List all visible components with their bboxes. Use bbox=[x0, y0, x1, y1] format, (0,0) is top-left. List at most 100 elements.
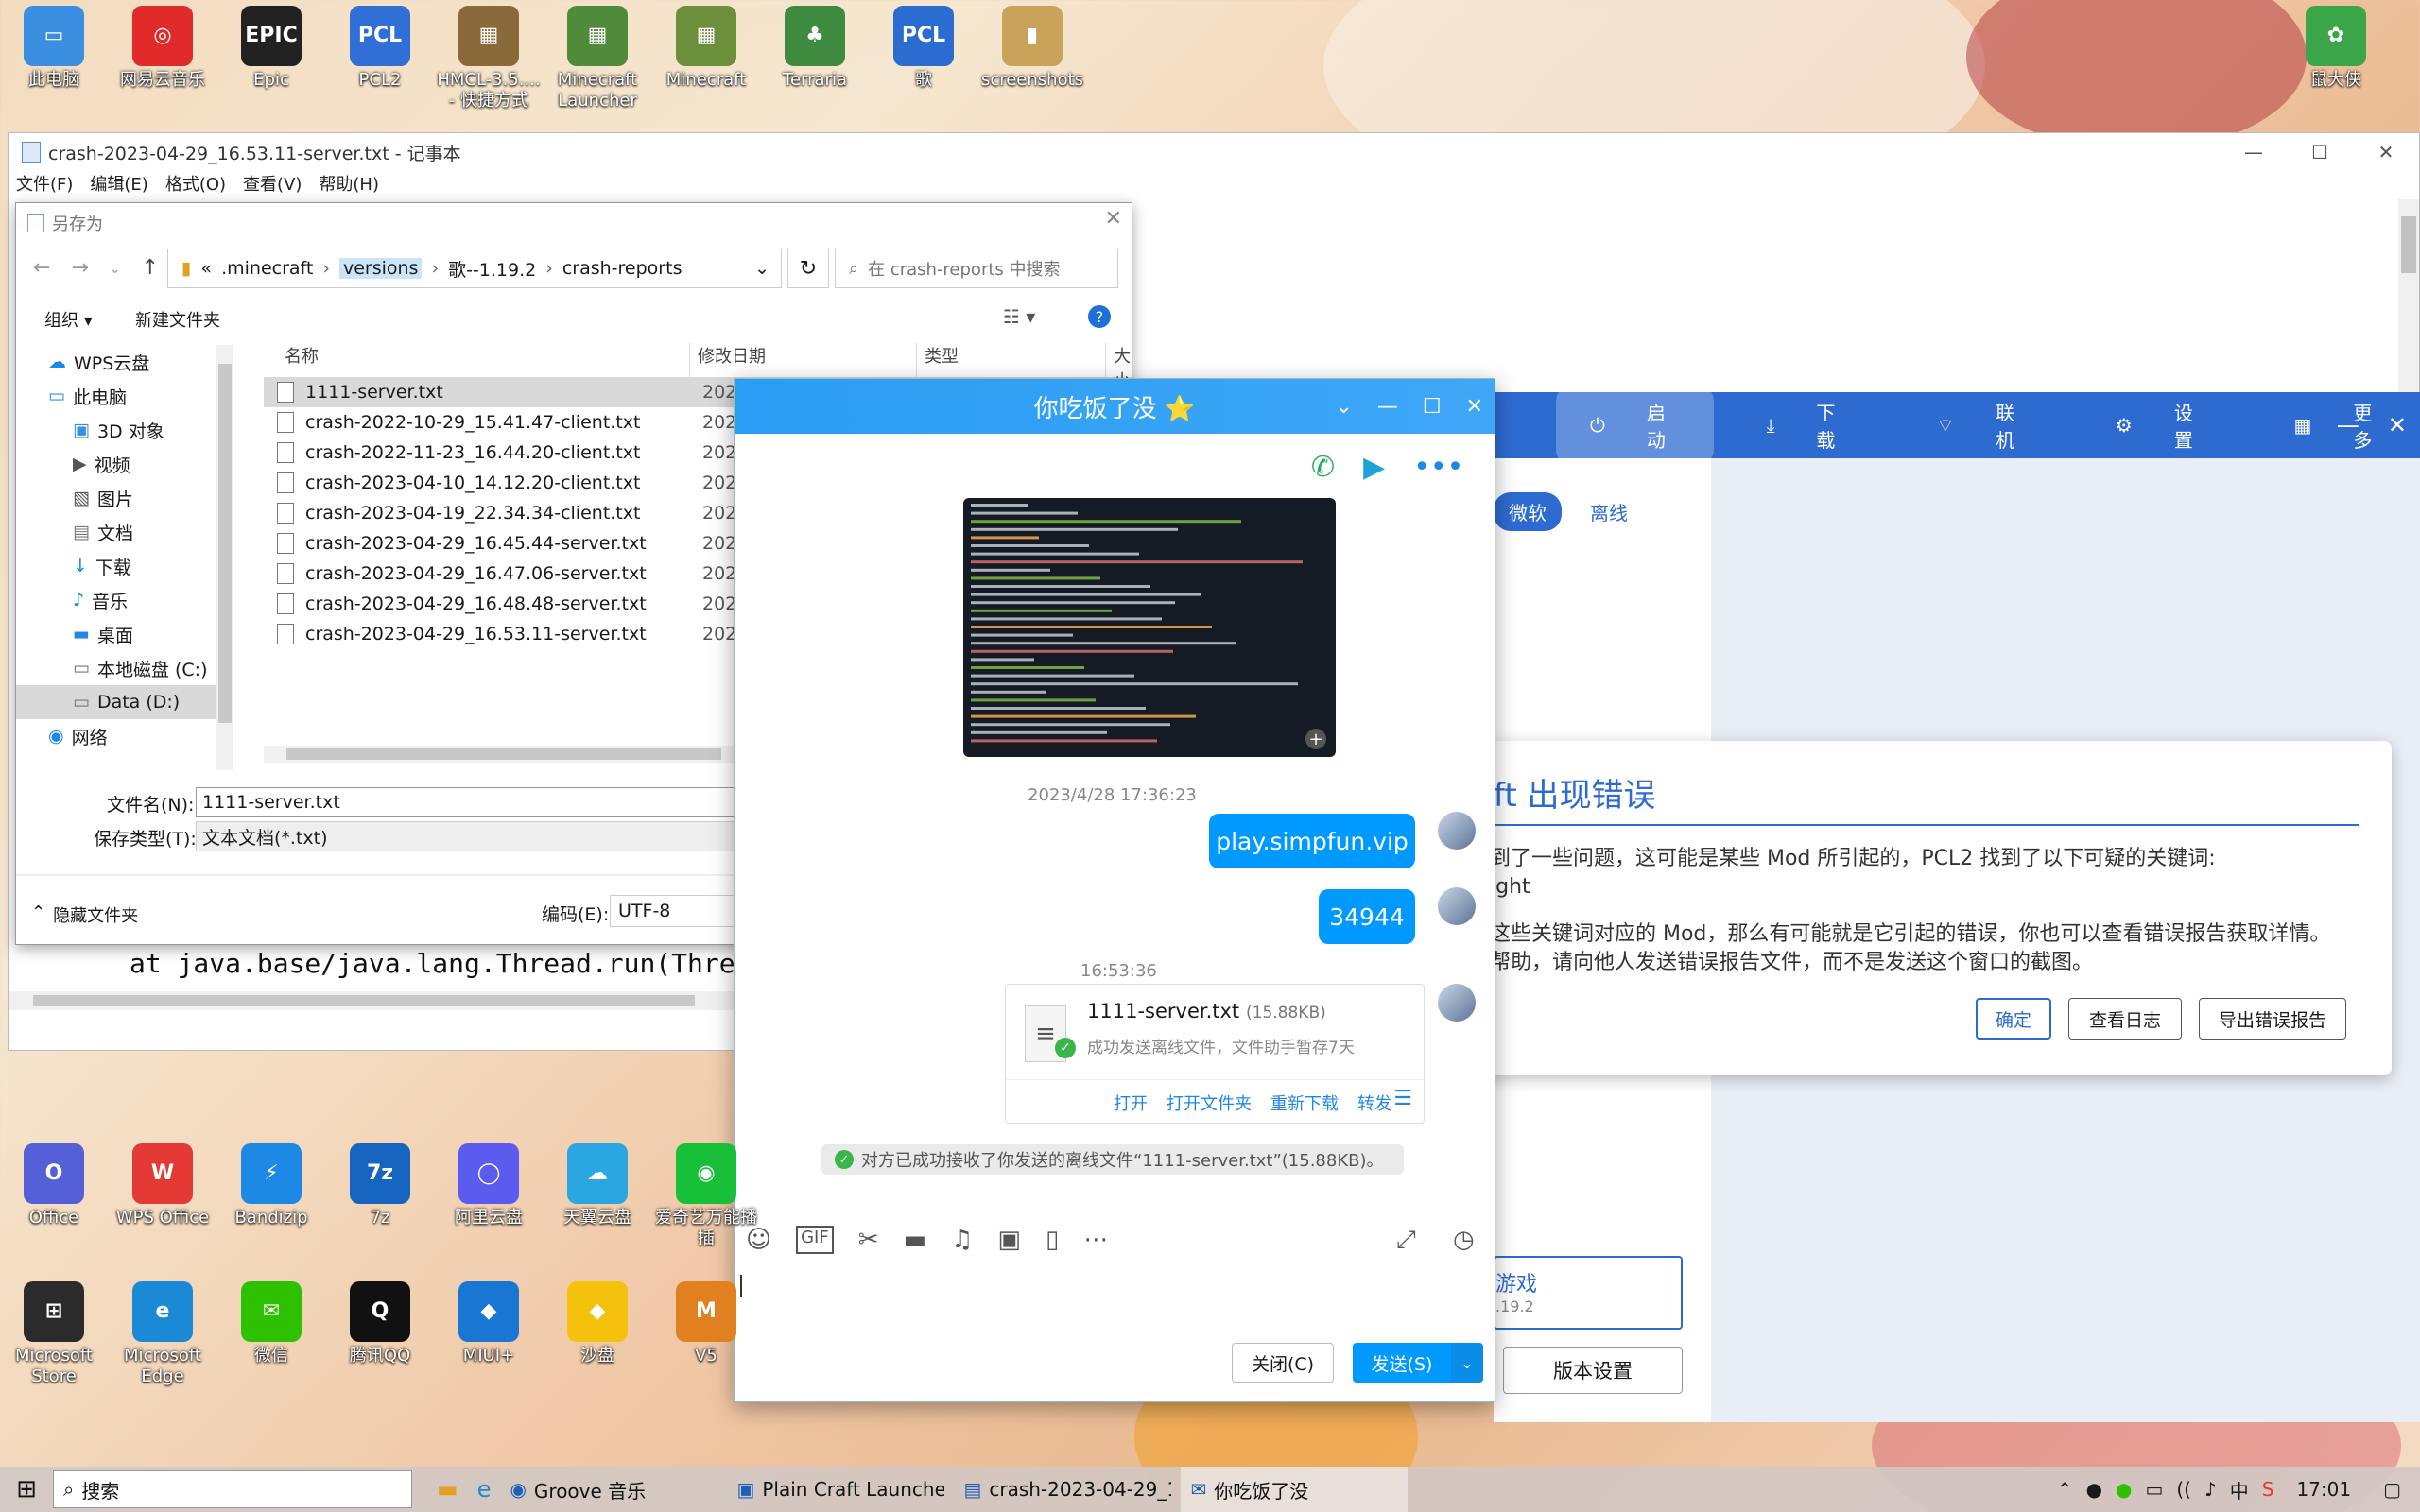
avatar[interactable] bbox=[1436, 810, 1478, 851]
more-icon[interactable]: ••• bbox=[1413, 451, 1463, 484]
chevron-up-icon[interactable]: ⌃ bbox=[2057, 1478, 2073, 1501]
tree-item-6[interactable]: ↓ 下载 bbox=[16, 549, 233, 583]
notepad-hscrollbar[interactable] bbox=[9, 991, 735, 1010]
desktop-icon-sandbox[interactable]: ◆ 沙盘 bbox=[545, 1281, 649, 1366]
desktop-icon-shudaxia[interactable]: ✿ 鼠大侠 bbox=[2284, 6, 2388, 91]
address-bar[interactable]: ▮ « .minecraft › versions › 歌--1.19.2 › crash-re… bbox=[167, 249, 782, 288]
up-icon[interactable]: ↑ bbox=[142, 256, 159, 280]
desktop-icon-miui[interactable]: ◆ MIUI+ bbox=[437, 1281, 541, 1366]
desktop-icon-computer[interactable]: ▭ 此电脑 bbox=[2, 6, 106, 91]
chevron-down-icon[interactable]: ⌄ bbox=[754, 258, 769, 279]
file-type-select[interactable]: 文本文档(*.txt) bbox=[196, 821, 763, 851]
export-report-button[interactable]: 导出错误报告 bbox=[2199, 998, 2346, 1040]
video-call-icon[interactable]: ▶ bbox=[1363, 451, 1385, 484]
forward-icon[interactable]: → bbox=[71, 256, 88, 280]
tree-item-4[interactable]: ▧ 图片 bbox=[16, 481, 233, 515]
desktop-icon-bandizip[interactable]: ⚡ Bandizip bbox=[219, 1143, 323, 1228]
view-log-button[interactable]: 查看日志 bbox=[2068, 998, 2182, 1040]
version-settings-button[interactable]: 版本设置 bbox=[1503, 1347, 1683, 1394]
screen-icon[interactable]: ▯ bbox=[1046, 1226, 1059, 1254]
start-button[interactable]: ⊞ bbox=[0, 1467, 53, 1512]
menu-1[interactable]: 编辑(E) bbox=[90, 171, 147, 198]
breadcrumb-item[interactable]: versions bbox=[338, 258, 423, 279]
column-size[interactable]: 大小 bbox=[1105, 343, 1133, 391]
desktop-icon-microsoft-store[interactable]: ⊞ Microsoft Store bbox=[2, 1281, 106, 1387]
tree-item-2[interactable]: ▣ 3D 对象 bbox=[16, 413, 233, 447]
error-dialog[interactable]: ft 出现错误 到了一些问题，这可能是某些 Mod 所引起的，PCL2 找到了以… bbox=[1475, 741, 2392, 1075]
desktop-icon-pcl2[interactable]: PCL PCL2 bbox=[328, 6, 432, 91]
close-button[interactable]: ✕ bbox=[2353, 133, 2419, 171]
taskbar-app-0[interactable]: ◉ Groove 音乐 bbox=[500, 1467, 727, 1512]
tree-item-1[interactable]: ▭ 此电脑 bbox=[16, 379, 233, 413]
qq-tray-icon[interactable]: ● bbox=[2086, 1478, 2102, 1501]
taskbar-app-3[interactable]: ✉ 你吃饭了没 bbox=[1181, 1467, 1409, 1512]
close-chat-button[interactable]: 关闭(C) bbox=[1232, 1343, 1334, 1383]
view-options-icon[interactable]: ☷ ▾ bbox=[1003, 305, 1035, 328]
breadcrumb-item[interactable]: « bbox=[200, 258, 212, 279]
desktop-icon-office[interactable]: O Office bbox=[2, 1143, 106, 1228]
avatar[interactable] bbox=[1436, 885, 1478, 927]
desktop-icon-folder[interactable]: ▮ screenshots bbox=[980, 6, 1084, 91]
desktop-icon-tianyi-cloud[interactable]: ☁ 天翼云盘 bbox=[545, 1143, 649, 1228]
minimize-button[interactable]: — bbox=[1377, 395, 1398, 419]
tree-item-11[interactable]: ◉ 网络 bbox=[16, 719, 233, 753]
zoom-icon[interactable]: + bbox=[1305, 729, 1326, 749]
breadcrumb-item[interactable]: 歌--1.19.2 bbox=[448, 256, 536, 282]
taskbar-app-2[interactable]: ▤crash-2023-04-29_1... bbox=[954, 1467, 1181, 1512]
file-action-2[interactable]: 重新下载 bbox=[1270, 1091, 1339, 1115]
account-tab-offline[interactable]: 离线 bbox=[1575, 492, 1643, 531]
desktop-icon-epic-games[interactable]: EPIC Epic bbox=[219, 6, 323, 91]
filename-input[interactable]: 1111-server.txt bbox=[196, 787, 763, 817]
file-action-0[interactable]: 打开 bbox=[1114, 1091, 1148, 1115]
menu-4[interactable]: 帮助(H) bbox=[319, 171, 379, 198]
organize-button[interactable]: 组织 ▾ bbox=[44, 307, 93, 332]
pcl-nav-0[interactable]: ⏻ 启动 bbox=[1556, 383, 1714, 468]
minimize-button[interactable]: — bbox=[2337, 412, 2360, 438]
desktop-icon-7zip[interactable]: 7z 7z bbox=[328, 1143, 432, 1228]
minimize-button[interactable]: — bbox=[2221, 133, 2287, 171]
tree-item-7[interactable]: ♪ 音乐 bbox=[16, 583, 233, 617]
close-button[interactable]: ✕ bbox=[2388, 412, 2407, 438]
tree-item-8[interactable]: ▬ 桌面 bbox=[16, 617, 233, 651]
menu-2[interactable]: 格式(O) bbox=[165, 171, 226, 198]
help-icon[interactable]: ? bbox=[1088, 305, 1111, 328]
chevron-right-icon[interactable]: › bbox=[545, 258, 553, 279]
desktop-icon-v5[interactable]: M V5 bbox=[654, 1281, 758, 1366]
clock[interactable]: 17:01 bbox=[2296, 1478, 2351, 1501]
chevron-right-icon[interactable]: › bbox=[431, 258, 439, 279]
file-explorer-icon[interactable]: ▬ bbox=[427, 1467, 468, 1512]
send-options-dropdown[interactable]: ⌄ bbox=[1451, 1343, 1483, 1383]
volume-icon[interactable]: ♪ bbox=[2204, 1478, 2217, 1501]
message-input[interactable] bbox=[738, 1267, 1485, 1343]
wechat-tray-icon[interactable]: ● bbox=[2116, 1478, 2132, 1501]
tree-item-10[interactable]: ▭ Data (D:) bbox=[16, 685, 233, 719]
desktop-icon-terraria[interactable]: ♣ Terraria bbox=[763, 6, 867, 91]
edge-icon[interactable]: e bbox=[468, 1467, 501, 1512]
send-button[interactable]: 发送(S) bbox=[1353, 1343, 1451, 1383]
desktop-icon-wps-office[interactable]: W WPS Office bbox=[111, 1143, 215, 1228]
history-icon[interactable]: ◷ bbox=[1453, 1226, 1475, 1254]
maximize-button[interactable]: ☐ bbox=[2287, 133, 2353, 171]
desktop-icon-minecraft[interactable]: ▦ Minecraft bbox=[654, 6, 758, 91]
tree-item-3[interactable]: ▶ 视频 bbox=[16, 447, 233, 481]
desktop-icon-hmcl[interactable]: ▦ HMCL-3.5.... - 快捷方式 bbox=[437, 6, 541, 112]
message-bubble[interactable]: play.simpfun.vip bbox=[1209, 814, 1415, 868]
desktop-icon-qq[interactable]: Q 腾讯QQ bbox=[328, 1281, 432, 1366]
pcl-nav-2[interactable]: ⌔ 联机 bbox=[1902, 383, 2062, 468]
gif-icon[interactable]: GIF bbox=[796, 1226, 834, 1254]
desktop-icon-wechat[interactable]: ✉ 微信 bbox=[219, 1281, 323, 1366]
file-action-3[interactable]: 转发 bbox=[1357, 1091, 1392, 1115]
account-tab-microsoft[interactable]: 微软 bbox=[1494, 492, 1562, 531]
pcl-nav-1[interactable]: ⤓ 下载 bbox=[1733, 383, 1884, 468]
taskbar-search[interactable]: ⌕ 搜索 bbox=[53, 1470, 412, 1508]
screenshot-image[interactable]: + bbox=[963, 498, 1336, 757]
desktop-icon-netease-music[interactable]: ◎ 网易云音乐 bbox=[111, 6, 215, 91]
desktop-icon-edge[interactable]: e Microsoft Edge bbox=[111, 1281, 215, 1387]
file-action-1[interactable]: 打开文件夹 bbox=[1167, 1091, 1252, 1115]
ime-indicator[interactable]: 中 bbox=[2230, 1476, 2249, 1503]
qq-chat-window[interactable]: 你吃饭了没 ⭐ ⌄ — ☐ ✕ ✆ ▶ ••• + 2023/4/28 17:3… bbox=[734, 378, 1495, 1402]
desktop-icon-aliyun-drive[interactable]: ◯ 阿里云盘 bbox=[437, 1143, 541, 1228]
message-bubble[interactable]: 34944 bbox=[1319, 889, 1415, 944]
desktop-icon-pcl-folder[interactable]: PCL 歌 bbox=[872, 6, 976, 91]
breadcrumb-item[interactable]: .minecraft bbox=[221, 258, 313, 279]
